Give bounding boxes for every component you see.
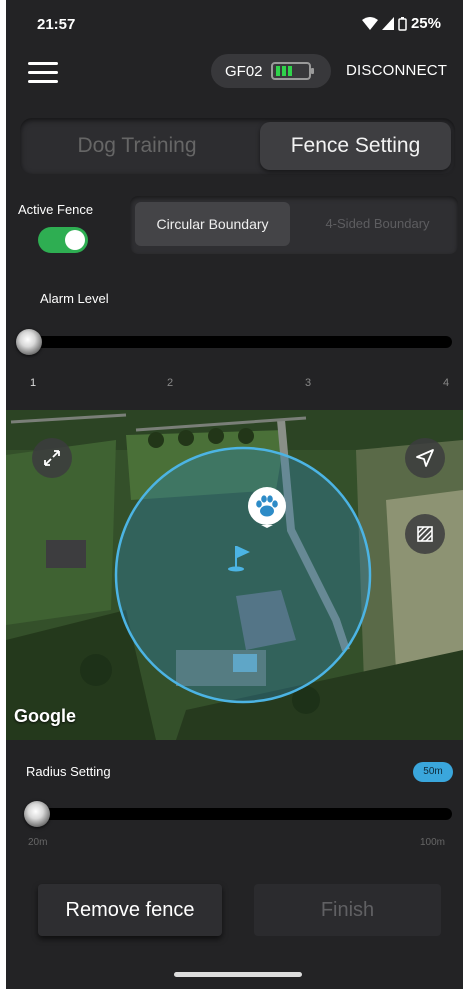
battery-status-icon	[398, 16, 407, 31]
alarm-tick-2: 2	[167, 377, 174, 389]
radius-min-label: 20m	[28, 837, 48, 848]
tab-circular-boundary[interactable]: Circular Boundary	[135, 202, 290, 246]
radius-setting-label: Radius Setting	[26, 764, 111, 779]
radius-slider[interactable]	[32, 808, 452, 820]
alarm-level-slider[interactable]	[24, 336, 452, 348]
paw-icon[interactable]	[247, 486, 287, 528]
finish-button[interactable]: Finish	[254, 884, 441, 936]
menu-icon[interactable]	[28, 62, 58, 84]
tab-four-sided-boundary[interactable]: 4-Sided Boundary	[300, 202, 455, 246]
signal-icon	[381, 17, 394, 30]
battery-percent: 25%	[410, 15, 441, 32]
alarm-tick-1: 1	[30, 377, 37, 389]
status-time: 21:57	[37, 16, 76, 33]
radius-max-label: 100m	[420, 837, 446, 848]
active-fence-label: Active Fence	[18, 202, 94, 217]
wifi-icon	[361, 17, 378, 30]
alarm-level-thumb[interactable]	[16, 329, 42, 355]
device-battery-icon	[270, 62, 314, 80]
alarm-level-label: Alarm Level	[40, 291, 109, 306]
radius-value-badge: 50m	[413, 762, 453, 782]
disconnect-button[interactable]: DISCONNECT	[346, 62, 447, 79]
radius-thumb[interactable]	[24, 801, 50, 827]
active-fence-toggle[interactable]	[38, 227, 88, 253]
tab-fence-setting[interactable]: Fence Setting	[260, 122, 451, 170]
app-screen: 21:57 25% GF02 DISCONNECT Dog Training F…	[6, 0, 463, 989]
boundary-tab-bar: Circular Boundary 4-Sided Boundary	[130, 196, 458, 254]
device-name: GF02	[225, 62, 263, 80]
mode-tab-bar: Dog Training Fence Setting	[20, 118, 455, 174]
status-bar: 21:57 25%	[6, 0, 463, 46]
remove-fence-button[interactable]: Remove fence	[38, 884, 222, 936]
home-indicator[interactable]	[174, 972, 302, 977]
status-icons: 25%	[361, 15, 441, 32]
tab-dog-training[interactable]: Dog Training	[24, 122, 250, 170]
alarm-tick-4: 4	[443, 377, 450, 389]
flag-icon	[228, 544, 254, 579]
google-attribution: Google	[14, 706, 76, 726]
satellite-map[interactable]: Google	[6, 410, 463, 740]
alarm-tick-3: 3	[305, 377, 312, 389]
device-indicator[interactable]: GF02	[211, 54, 331, 88]
expand-icon[interactable]	[32, 438, 72, 478]
navigation-arrow-icon[interactable]	[405, 438, 445, 478]
layer-icon[interactable]	[405, 514, 445, 554]
